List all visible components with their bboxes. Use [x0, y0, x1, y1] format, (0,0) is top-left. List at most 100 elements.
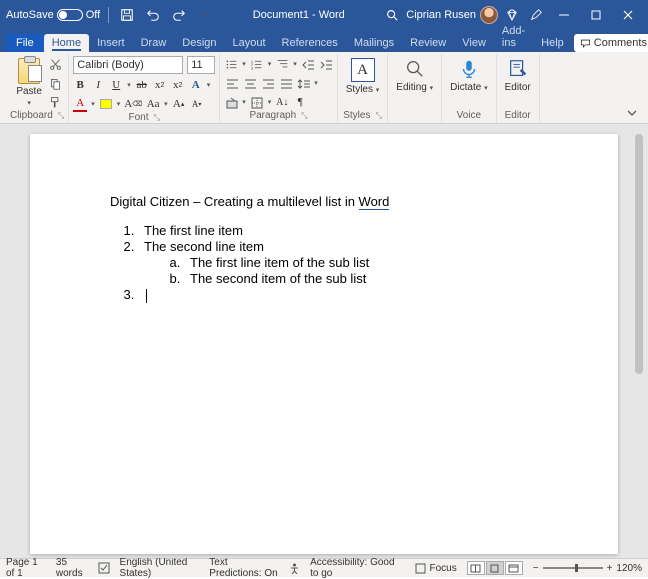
- spellcheck-icon[interactable]: [98, 562, 110, 574]
- vertical-scrollbar[interactable]: [634, 134, 644, 544]
- svg-text:3: 3: [251, 65, 254, 70]
- multilevel-icon[interactable]: [275, 56, 289, 72]
- decrease-indent-icon[interactable]: [301, 56, 315, 72]
- autosave-state: Off: [86, 9, 100, 21]
- autosave-toggle[interactable]: AutoSave Off: [6, 9, 100, 21]
- search-icon[interactable]: [382, 5, 402, 25]
- tab-file[interactable]: File: [6, 34, 44, 52]
- maximize-button[interactable]: [582, 0, 610, 30]
- increase-indent-icon[interactable]: [319, 56, 333, 72]
- accessibility-status[interactable]: Accessibility: Good to go: [310, 557, 395, 579]
- align-right-icon[interactable]: [260, 75, 274, 91]
- tab-help[interactable]: Help: [533, 34, 572, 52]
- user-name[interactable]: Ciprian Rusen: [406, 9, 476, 21]
- font-selector[interactable]: Calibri (Body): [73, 56, 183, 74]
- sort-icon[interactable]: A↓: [275, 94, 289, 110]
- format-painter-icon[interactable]: [48, 94, 62, 110]
- numbering-icon[interactable]: 123: [250, 56, 264, 72]
- comments-button[interactable]: Comments: [574, 34, 648, 52]
- zoom-out-icon[interactable]: −: [533, 563, 539, 574]
- launcher-icon[interactable]: ⤡: [375, 111, 381, 121]
- launcher-icon[interactable]: ⤡: [58, 111, 64, 121]
- microphone-icon: [458, 58, 480, 80]
- shrink-font-button[interactable]: A▾: [190, 96, 204, 112]
- save-icon[interactable]: [117, 5, 137, 25]
- paste-button[interactable]: Paste▾: [12, 56, 46, 109]
- tab-draw[interactable]: Draw: [133, 34, 175, 52]
- read-mode-icon[interactable]: [467, 561, 485, 575]
- web-layout-icon[interactable]: [505, 561, 523, 575]
- shading-icon[interactable]: [224, 94, 238, 110]
- zoom-in-icon[interactable]: +: [607, 563, 613, 574]
- align-center-icon[interactable]: [242, 75, 256, 91]
- justify-icon[interactable]: [278, 75, 292, 91]
- sub-list: The first line item of the sub list The …: [144, 255, 538, 286]
- group-paragraph: ▾ 123▾ ▾ ▾ ▾ ▾ A↓ ¶ Paragraph⤡: [220, 54, 338, 123]
- styles-button[interactable]: A Styles ▾: [342, 56, 384, 97]
- editing-button[interactable]: Editing ▾: [392, 56, 437, 95]
- font-color-button[interactable]: A: [73, 96, 87, 112]
- bullets-icon[interactable]: [224, 56, 238, 72]
- subscript-button[interactable]: x2: [153, 77, 167, 93]
- redo-icon[interactable]: [169, 5, 189, 25]
- align-left-icon[interactable]: [224, 75, 238, 91]
- list-item: The second item of the sub list: [184, 271, 538, 286]
- copy-icon[interactable]: [48, 75, 62, 91]
- change-case-button[interactable]: Aa: [146, 96, 160, 112]
- tab-mailings[interactable]: Mailings: [346, 34, 402, 52]
- size-selector[interactable]: 11: [187, 56, 215, 74]
- tab-layout[interactable]: Layout: [225, 34, 274, 52]
- undo-icon[interactable]: [143, 5, 163, 25]
- collapse-ribbon-icon[interactable]: [626, 107, 638, 119]
- dictate-button[interactable]: Dictate ▾: [446, 56, 491, 95]
- magnifier-icon: [404, 58, 426, 80]
- launcher-icon[interactable]: ⤡: [154, 113, 160, 123]
- zoom-level[interactable]: 120%: [616, 563, 642, 574]
- document-heading: Digital Citizen – Creating a multilevel …: [110, 194, 538, 209]
- minimize-button[interactable]: [550, 0, 578, 30]
- grow-font-button[interactable]: A▴: [172, 96, 186, 112]
- show-marks-icon[interactable]: ¶: [293, 94, 307, 110]
- language-indicator[interactable]: English (United States): [120, 557, 200, 579]
- italic-button[interactable]: I: [91, 77, 105, 93]
- text-effects-icon[interactable]: A: [189, 77, 203, 93]
- tab-home[interactable]: Home: [44, 34, 89, 52]
- cut-icon[interactable]: [48, 56, 62, 72]
- text-predictions[interactable]: Text Predictions: On: [209, 557, 279, 579]
- numbered-list: The first line item The second line item…: [110, 223, 538, 303]
- accessibility-icon: [289, 563, 300, 574]
- tab-insert[interactable]: Insert: [89, 34, 133, 52]
- highlight-button[interactable]: [99, 96, 113, 112]
- list-item: The first line item: [138, 223, 538, 238]
- zoom-slider[interactable]: [543, 567, 603, 569]
- editor-button[interactable]: Editor: [501, 56, 535, 95]
- line-spacing-icon[interactable]: [296, 75, 310, 91]
- group-editor: Editor Editor: [497, 54, 540, 123]
- word-count[interactable]: 35 words: [56, 557, 88, 579]
- underline-button[interactable]: U: [109, 77, 123, 93]
- page-indicator[interactable]: Page 1 of 1: [6, 557, 46, 579]
- tab-addins[interactable]: Add-ins: [494, 22, 533, 52]
- list-item: The first line item of the sub list: [184, 255, 538, 270]
- print-layout-icon[interactable]: [486, 561, 504, 575]
- borders-icon[interactable]: [250, 94, 264, 110]
- tab-design[interactable]: Design: [174, 34, 224, 52]
- superscript-button[interactable]: x2: [171, 77, 185, 93]
- tab-references[interactable]: References: [274, 34, 346, 52]
- launcher-icon[interactable]: ⤡: [301, 111, 307, 121]
- qat-dropdown-icon[interactable]: ▾: [195, 5, 215, 25]
- group-voice: Dictate ▾ Voice: [442, 54, 496, 123]
- close-button[interactable]: [614, 0, 642, 30]
- paste-icon: [18, 58, 40, 84]
- zoom-control[interactable]: − + 120%: [533, 563, 642, 574]
- strikethrough-button[interactable]: ab: [135, 77, 149, 93]
- ribbon: Paste▾ Clipboard⤡ Calibri (Body) 11 B I …: [0, 52, 648, 124]
- focus-button[interactable]: Focus: [415, 563, 456, 574]
- tab-review[interactable]: Review: [402, 34, 454, 52]
- bold-button[interactable]: B: [73, 77, 87, 93]
- clear-format-icon[interactable]: A⌫: [124, 96, 142, 112]
- view-buttons: [467, 561, 523, 575]
- scrollbar-thumb[interactable]: [635, 134, 643, 374]
- page[interactable]: Digital Citizen – Creating a multilevel …: [30, 134, 618, 554]
- tab-view[interactable]: View: [454, 34, 494, 52]
